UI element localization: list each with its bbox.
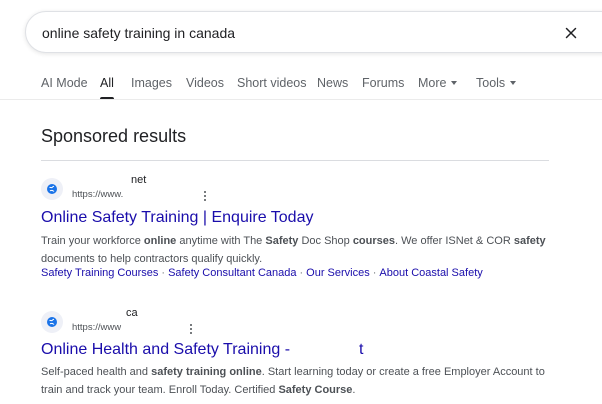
close-icon[interactable] <box>562 24 580 42</box>
ad-description: Self-paced health and safety training on… <box>41 363 551 399</box>
site-name: ca <box>126 307 138 319</box>
sitelinks: Safety Training Courses · Safety Consultan… <box>41 267 483 279</box>
tab-more-label: More <box>418 76 447 90</box>
sitelink[interactable]: Our Services <box>306 267 370 279</box>
tab-more[interactable]: More <box>418 76 458 90</box>
tab-tools[interactable]: Tools <box>476 76 517 90</box>
sitelink[interactable]: Safety Consultant Canada <box>168 267 296 279</box>
desc-highlight: online <box>143 235 177 247</box>
site-url[interactable]: https://www <box>72 322 121 333</box>
search-tabs: AI Mode All Images Videos Short videos N… <box>0 70 602 100</box>
site-url[interactable]: https://www. <box>72 189 123 200</box>
ad-result: ca https://www Online Health and Safety … <box>41 307 561 401</box>
tab-ai-mode[interactable]: AI Mode <box>41 76 88 90</box>
site-name: net <box>131 174 147 186</box>
caret-down-icon <box>510 80 517 85</box>
desc-highlight: safety training online <box>151 366 262 378</box>
ad-title[interactable]: Online Safety Training | Enquire Today <box>41 209 313 227</box>
caret-down-icon <box>451 80 458 85</box>
ad-result: net https://www. Online Safety Training … <box>41 174 561 288</box>
tab-all[interactable]: All <box>100 76 114 90</box>
tab-images[interactable]: Images <box>131 76 172 90</box>
tab-short-videos[interactable]: Short videos <box>237 76 306 90</box>
search-box[interactable] <box>25 11 602 53</box>
sitelink-separator: · <box>161 267 166 279</box>
tabs-divider <box>0 99 602 100</box>
desc-text: anytime with The <box>176 235 266 247</box>
tab-news[interactable]: News <box>317 76 348 90</box>
sitelink[interactable]: About Coastal Safety <box>379 267 482 279</box>
tab-forums[interactable]: Forums <box>362 76 404 90</box>
desc-highlight: safety <box>513 235 546 247</box>
globe-icon[interactable] <box>41 311 63 333</box>
desc-text: . <box>352 384 356 396</box>
desc-text: Doc Shop <box>298 235 353 247</box>
tab-videos[interactable]: Videos <box>186 76 224 90</box>
desc-text: Train your workforce <box>41 235 144 247</box>
search-input[interactable] <box>42 23 542 43</box>
sitelink[interactable]: Safety Training Courses <box>41 267 158 279</box>
desc-text: . We offer ISNet & COR <box>395 235 514 247</box>
sitelink-separator: · <box>372 267 377 279</box>
desc-highlight: courses <box>352 235 396 247</box>
tab-tools-label: Tools <box>476 76 506 90</box>
more-vert-icon[interactable] <box>202 189 208 203</box>
ad-title-tail[interactable]: t <box>359 341 363 359</box>
desc-highlight: Safety <box>265 235 299 247</box>
ad-title[interactable]: Online Health and Safety Training - <box>41 341 290 359</box>
desc-text: Self-paced health and <box>41 366 152 378</box>
desc-highlight: Safety Course <box>278 384 353 396</box>
more-vert-icon[interactable] <box>188 322 194 336</box>
globe-icon[interactable] <box>41 178 63 200</box>
sponsored-heading: Sponsored results <box>41 126 187 146</box>
ad-description: Train your workforce online anytime with… <box>41 232 551 268</box>
section-divider <box>41 160 549 161</box>
desc-text: documents to help contractors qualify qu… <box>41 253 263 265</box>
sitelink-separator: · <box>299 267 304 279</box>
